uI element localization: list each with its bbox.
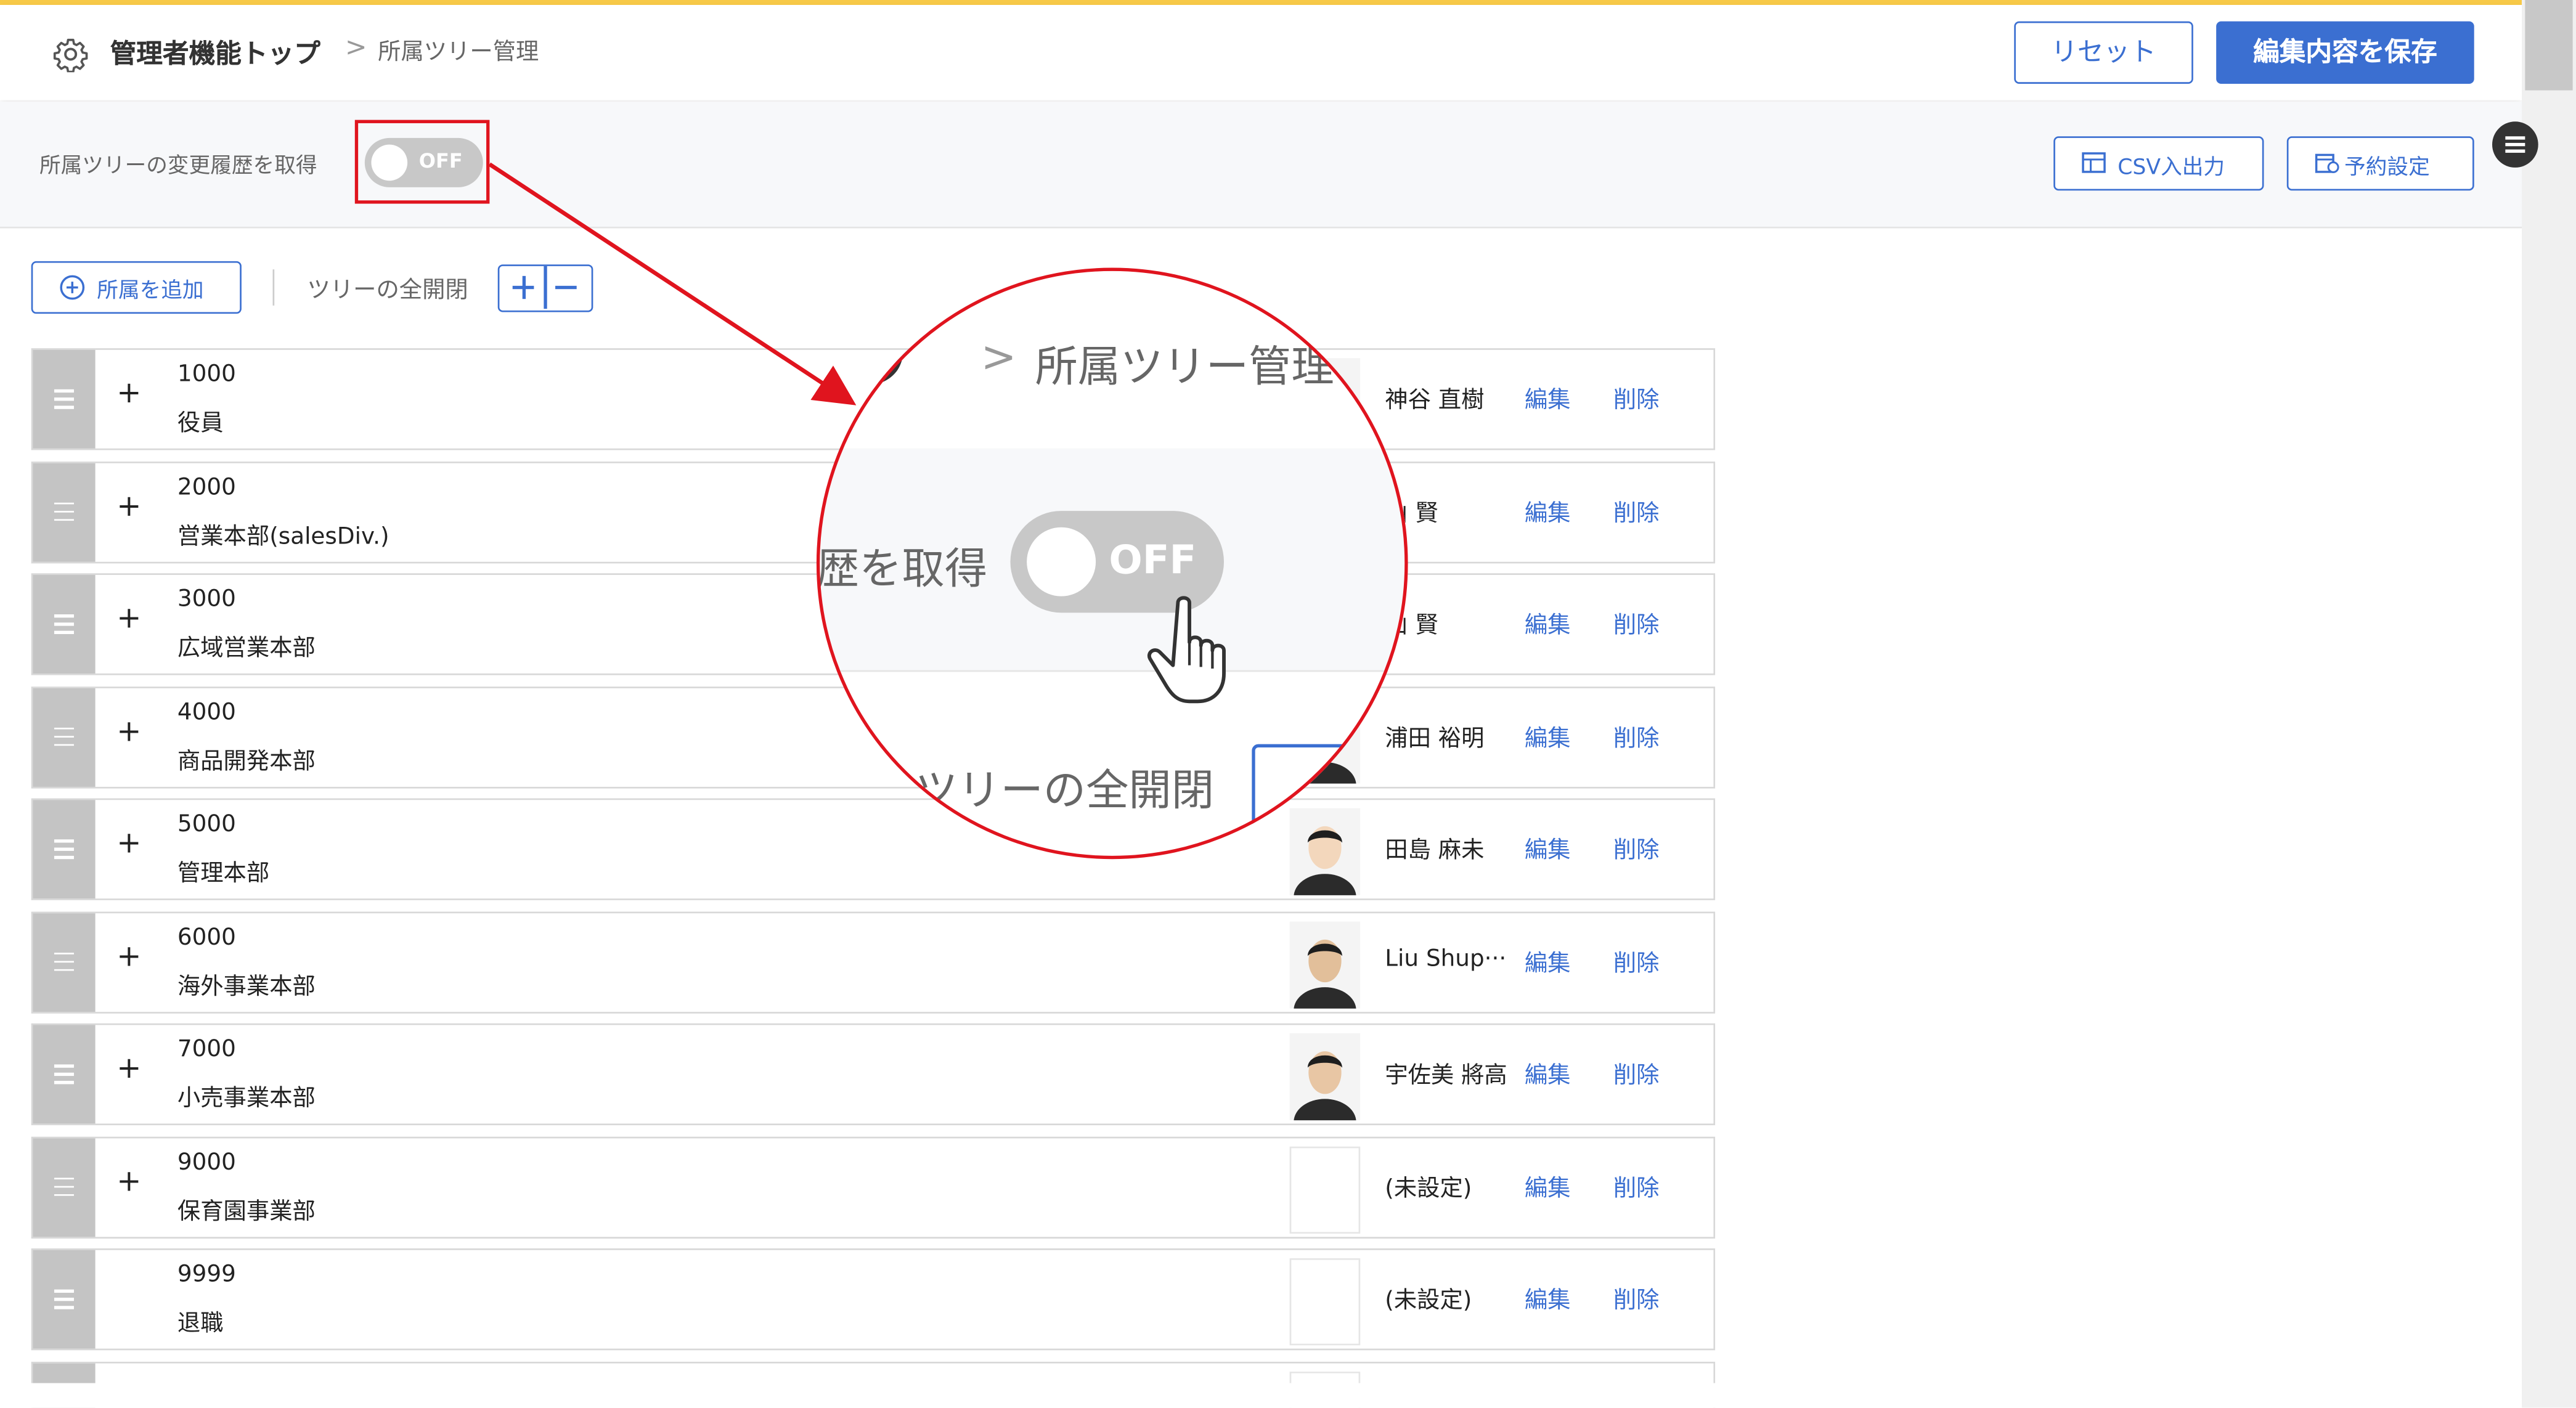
breadcrumb-admin-top[interactable]: 管理者機能トップ bbox=[110, 31, 320, 71]
edit-link[interactable]: 編集 bbox=[1525, 945, 1571, 978]
avatar bbox=[1289, 1033, 1361, 1121]
gear-icon[interactable] bbox=[52, 36, 89, 73]
floating-menu-button[interactable] bbox=[2492, 121, 2538, 168]
department-code: 1000 bbox=[177, 361, 236, 388]
expand-node-icon[interactable]: + bbox=[116, 1051, 141, 1086]
department-code: 7000 bbox=[177, 1036, 236, 1063]
delete-link[interactable]: 削除 bbox=[1613, 720, 1660, 753]
edit-link[interactable]: 編集 bbox=[1525, 1058, 1571, 1091]
manager-name: 浦田 裕明 bbox=[1385, 725, 1485, 752]
tree-row[interactable]: +9000 保育園事業部 (未設定) 編集 削除 bbox=[31, 1136, 1716, 1238]
highlight-box bbox=[354, 120, 490, 204]
drag-handle-icon[interactable] bbox=[33, 687, 96, 786]
edit-link[interactable]: 編集 bbox=[1525, 495, 1571, 528]
avatar-placeholder bbox=[1289, 1258, 1361, 1346]
department-code: 9999 bbox=[177, 1261, 236, 1288]
drag-handle-icon[interactable] bbox=[33, 462, 96, 561]
page-scrollbar[interactable] bbox=[2522, 0, 2576, 1408]
drag-handle-icon[interactable] bbox=[33, 800, 96, 899]
tree-row[interactable]: 9999 退職 (未設定) 編集 削除 bbox=[31, 1248, 1716, 1351]
schedule-label: 予約設定 bbox=[2344, 156, 2430, 181]
viewport-bottom-mask bbox=[0, 1383, 2522, 1408]
drag-handle-icon[interactable] bbox=[33, 912, 96, 1011]
delete-link[interactable]: 削除 bbox=[1613, 1058, 1660, 1091]
edit-link[interactable]: 編集 bbox=[1525, 833, 1571, 866]
button-divider bbox=[544, 266, 547, 309]
add-department-label: 所属を追加 bbox=[97, 279, 204, 304]
expand-node-icon[interactable]: + bbox=[116, 714, 141, 748]
department-name: 役員 bbox=[177, 410, 224, 437]
delete-link[interactable]: 削除 bbox=[1613, 1170, 1660, 1203]
add-department-button[interactable]: 所属を追加 bbox=[31, 261, 242, 314]
plus-circle-icon bbox=[60, 275, 85, 300]
screen: 管理者機能トップ > 所属ツリー管理 リセット 編集内容を保存 所属ツリーの変更… bbox=[0, 0, 2576, 1408]
save-edits-button[interactable]: 編集内容を保存 bbox=[2216, 21, 2474, 84]
expand-collapse-label: ツリーの全開閉 bbox=[307, 277, 468, 304]
manager-name: 宇佐美 將高 bbox=[1385, 1062, 1507, 1089]
expand-node-icon[interactable]: + bbox=[116, 601, 141, 636]
csv-label: CSV入出力 bbox=[2117, 156, 2225, 181]
department-name: 小売事業本部 bbox=[177, 1086, 316, 1112]
department-code: 4000 bbox=[177, 699, 236, 725]
department-code: 3000 bbox=[177, 586, 236, 613]
department-name: 海外事業本部 bbox=[177, 973, 316, 1000]
avatar-placeholder bbox=[1289, 1146, 1361, 1233]
department-code: 6000 bbox=[177, 924, 236, 951]
delete-link[interactable]: 削除 bbox=[1613, 608, 1660, 640]
expand-node-icon[interactable]: + bbox=[116, 826, 141, 861]
drag-handle-icon[interactable] bbox=[33, 1025, 96, 1124]
drag-handle-icon[interactable] bbox=[33, 1137, 96, 1237]
department-code: 5000 bbox=[177, 811, 236, 838]
breadcrumb-separator: > bbox=[344, 31, 367, 63]
history-label: 所属ツリーの変更履歴を取得 bbox=[39, 154, 317, 179]
manager-name: (未設定) bbox=[1385, 1287, 1472, 1314]
expand-node-icon[interactable]: + bbox=[116, 1164, 141, 1198]
avatar bbox=[1289, 921, 1361, 1008]
top-accent-line bbox=[0, 0, 2522, 5]
scrollbar-thumb[interactable] bbox=[2525, 0, 2573, 91]
edit-link[interactable]: 編集 bbox=[1525, 383, 1571, 415]
department-name: 商品開発本部 bbox=[177, 748, 316, 775]
delete-link[interactable]: 削除 bbox=[1613, 495, 1660, 528]
delete-link[interactable]: 削除 bbox=[1613, 945, 1660, 978]
csv-table-icon bbox=[2082, 152, 2106, 173]
edit-link[interactable]: 編集 bbox=[1525, 608, 1571, 640]
breadcrumb-current: 所属ツリー管理 bbox=[378, 39, 539, 66]
manager-name: (未設定) bbox=[1385, 1175, 1472, 1202]
drag-handle-icon[interactable] bbox=[33, 575, 96, 673]
reset-button[interactable]: リセット bbox=[2014, 21, 2193, 84]
expand-node-icon[interactable]: + bbox=[116, 939, 141, 974]
department-code: 9000 bbox=[177, 1149, 236, 1176]
toolbar-divider bbox=[272, 269, 275, 306]
department-name: 退職 bbox=[177, 1311, 224, 1337]
department-name: 管理本部 bbox=[177, 860, 270, 887]
schedule-settings-button[interactable]: 予約設定 bbox=[2286, 136, 2474, 191]
drag-handle-icon[interactable] bbox=[33, 1250, 96, 1349]
zoom-ring bbox=[816, 267, 1408, 860]
manager-name: Liu Shup··· bbox=[1385, 945, 1507, 972]
expand-collapse-buttons[interactable] bbox=[497, 264, 593, 312]
delete-link[interactable]: 削除 bbox=[1613, 1283, 1660, 1316]
department-name: 営業本部(salesDiv.) bbox=[177, 523, 389, 550]
tree-row[interactable]: +7000 小売事業本部 宇佐美 將高 編集 削除 bbox=[31, 1023, 1716, 1126]
csv-export-button[interactable]: CSV入出力 bbox=[2053, 136, 2264, 191]
edit-link[interactable]: 編集 bbox=[1525, 720, 1571, 753]
expand-node-icon[interactable]: + bbox=[116, 489, 141, 523]
delete-link[interactable]: 削除 bbox=[1613, 833, 1660, 866]
edit-link[interactable]: 編集 bbox=[1525, 1170, 1571, 1203]
department-code: 2000 bbox=[177, 474, 236, 500]
calendar-clock-icon bbox=[2315, 153, 2339, 173]
department-name: 広域営業本部 bbox=[177, 635, 316, 662]
drag-handle-icon[interactable] bbox=[33, 349, 96, 449]
manager-name: 田島 麻未 bbox=[1385, 837, 1485, 865]
expand-node-icon[interactable]: + bbox=[116, 376, 141, 410]
delete-link[interactable]: 削除 bbox=[1613, 383, 1660, 415]
tree-row[interactable]: +6000 海外事業本部 Liu Shup··· 編集 削除 bbox=[31, 911, 1716, 1013]
department-name: 保育園事業部 bbox=[177, 1198, 316, 1225]
edit-link[interactable]: 編集 bbox=[1525, 1283, 1571, 1316]
tree-row[interactable]: +5000 管理本部 田島 麻未 編集 削除 bbox=[31, 798, 1716, 900]
